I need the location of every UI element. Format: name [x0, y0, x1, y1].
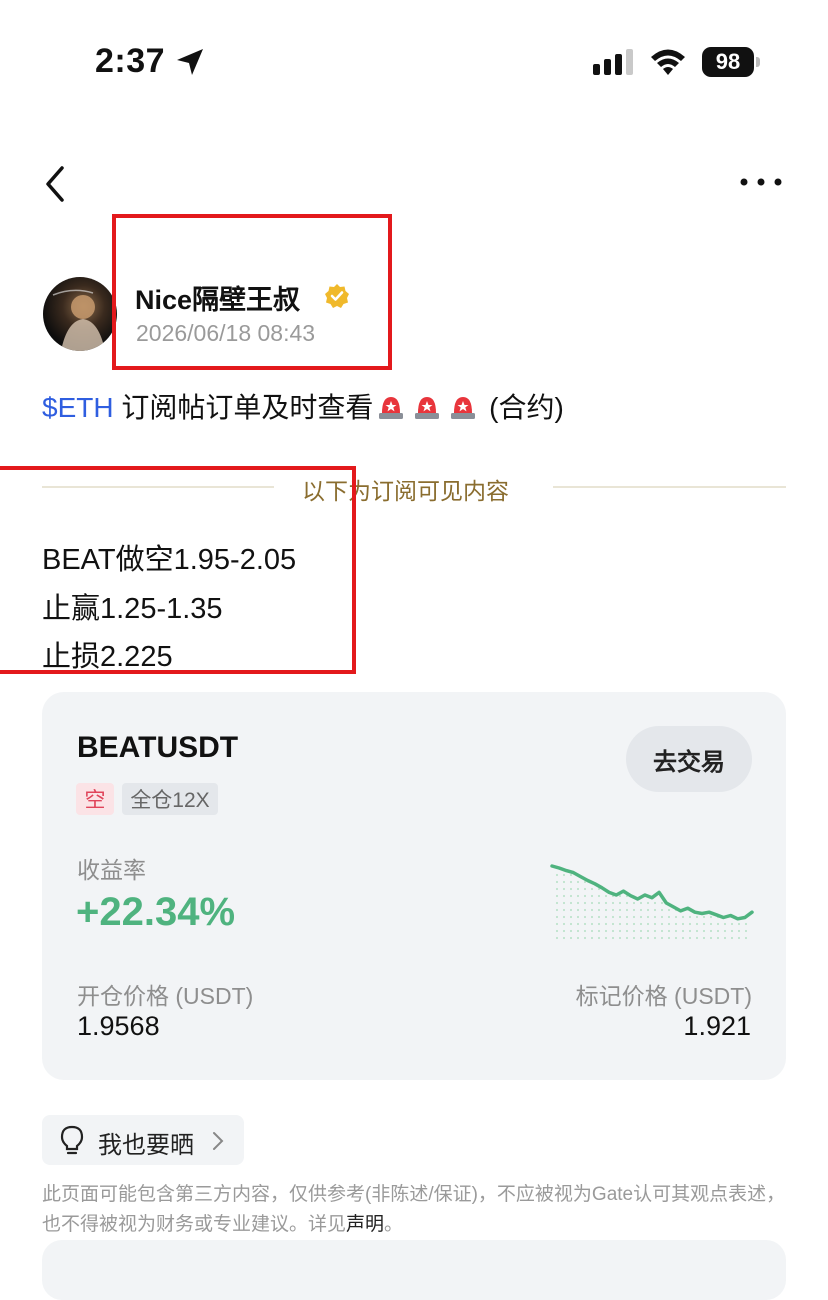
- battery-level: 98: [702, 47, 754, 77]
- avatar-image: [52, 289, 105, 351]
- disclaimer-text: 此页面可能包含第三方内容，仅供参考(非陈述/保证)，不应被视为Gate认可其观点…: [42, 1180, 788, 1240]
- mark-price-label: 标记价格 (USDT): [575, 983, 752, 1009]
- disclaimer-body: 此页面可能包含第三方内容，仅供参考(非陈述/保证)，不应被视为Gate认可其观点…: [42, 1184, 786, 1235]
- annotation-box-author: [112, 214, 392, 370]
- yield-label: 收益率: [77, 857, 146, 883]
- battery-indicator: 98: [702, 47, 760, 77]
- post-title-suffix: (合约): [481, 392, 564, 423]
- status-time: 2:37: [95, 42, 166, 80]
- yield-value: +22.34%: [76, 890, 236, 934]
- open-price-label: 开仓价格 (USDT): [77, 983, 254, 1009]
- mark-price-value: 1.921: [683, 1011, 751, 1041]
- open-price-value: 1.9568: [77, 1011, 160, 1041]
- more-options-icon[interactable]: [738, 170, 784, 194]
- margin-mode-badge: 全仓12X: [122, 783, 218, 815]
- chevron-right-icon: [213, 1132, 224, 1150]
- price-sparkline: [550, 864, 754, 940]
- siren-icon: [379, 397, 404, 419]
- cellular-signal-icon: [593, 49, 633, 75]
- position-side-badge: 空: [76, 783, 114, 815]
- lightbulb-icon: [60, 1125, 84, 1155]
- post-title: $ETH 订阅帖订单及时查看 (合约): [42, 386, 564, 426]
- next-card-peek: [42, 1240, 786, 1300]
- disclaimer-link[interactable]: 声明: [346, 1214, 384, 1235]
- back-chevron-icon[interactable]: [40, 164, 70, 204]
- siren-icon: [451, 397, 476, 419]
- siren-icon: [415, 397, 440, 419]
- annotation-box-content: [0, 466, 356, 674]
- go-trade-button[interactable]: 去交易: [626, 726, 752, 792]
- location-arrow-icon: [177, 49, 203, 75]
- author-avatar[interactable]: [43, 277, 117, 351]
- post-title-text: 订阅帖订单及时查看: [113, 392, 374, 423]
- battery-cap: [756, 57, 760, 67]
- ticker-link[interactable]: $ETH: [42, 392, 114, 423]
- wifi-icon: [651, 49, 685, 75]
- disclaimer-end: 。: [384, 1214, 404, 1235]
- trading-pair: BEATUSDT: [77, 731, 239, 764]
- share-label: 我也要晒: [98, 1132, 194, 1159]
- divider-line-right: [553, 486, 786, 488]
